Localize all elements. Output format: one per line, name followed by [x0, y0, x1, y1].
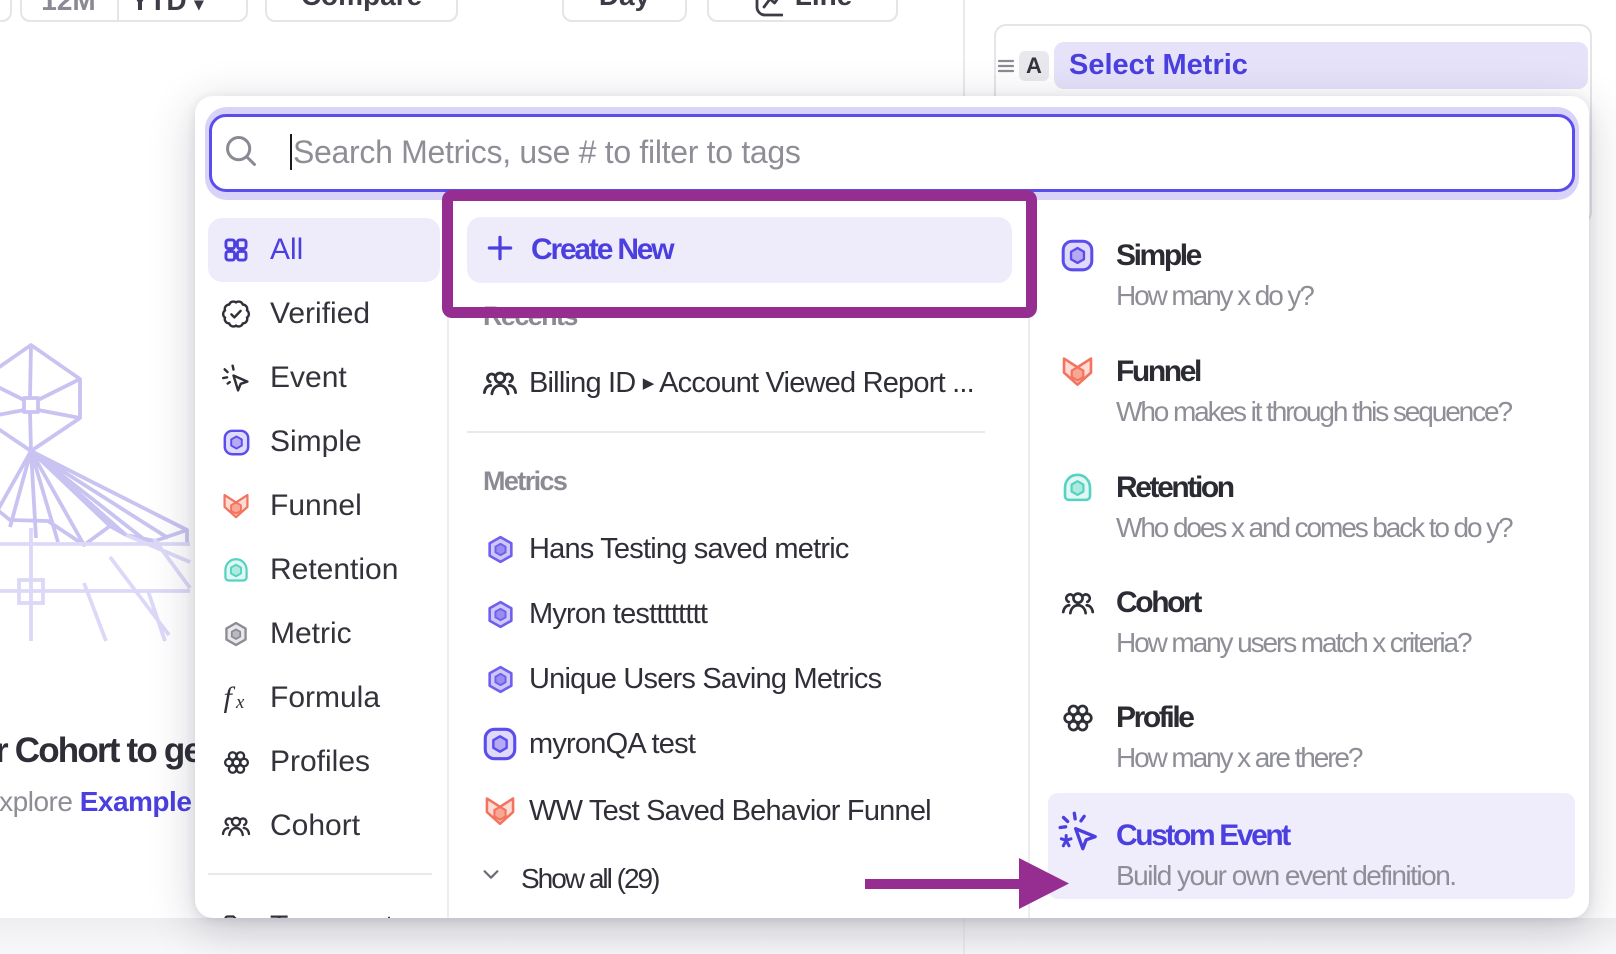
svg-text:f: f [224, 683, 236, 713]
svg-text:x: x [235, 692, 245, 713]
